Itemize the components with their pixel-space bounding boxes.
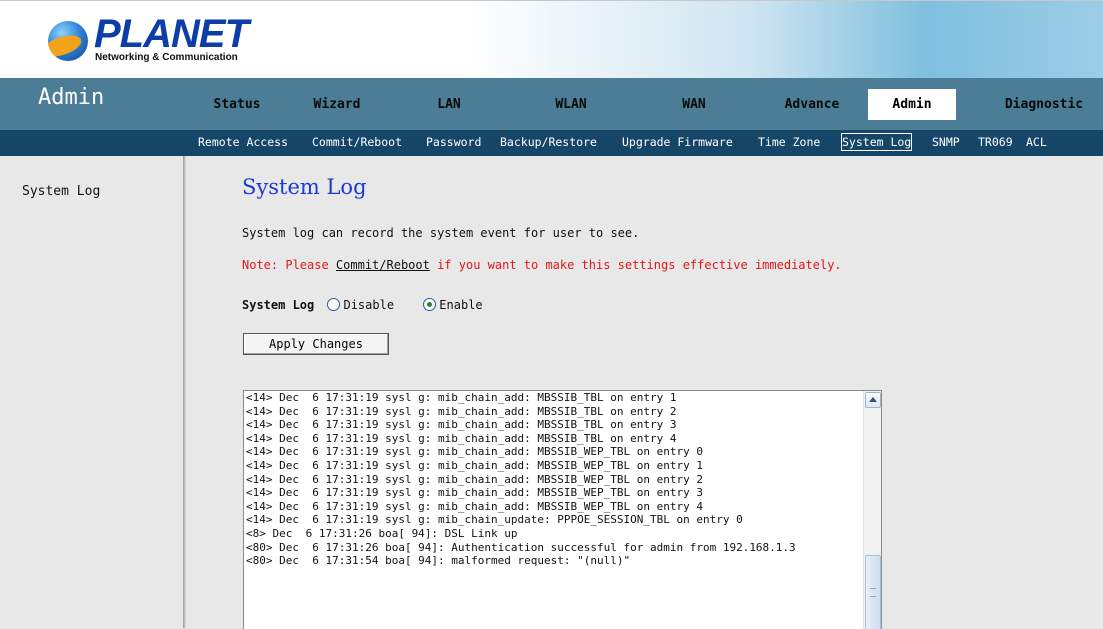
note-suffix: if you want to make this settings effect… <box>429 258 842 272</box>
brand-tagline: Networking & Communication <box>95 52 238 63</box>
commit-reboot-link[interactable]: Commit/Reboot <box>336 258 430 272</box>
note-prefix: Note: Please <box>242 258 336 272</box>
tab-wlan[interactable]: WLAN <box>526 89 616 120</box>
log-line: <14> Dec 6 17:31:19 sysl g: mib_chain_ad… <box>246 499 703 513</box>
nav-section-title: Admin <box>38 85 105 110</box>
log-line: <14> Dec 6 17:31:19 sysl g: mib_chain_ad… <box>246 431 677 445</box>
tab-lan[interactable]: LAN <box>414 89 484 120</box>
sidebar: System Log <box>0 156 183 628</box>
page-description: System log can record the system event f… <box>242 226 640 240</box>
settings-note: Note: Please Commit/Reboot if you want t… <box>242 258 842 272</box>
subnav-password[interactable]: Password <box>426 134 481 150</box>
subnav-tr069[interactable]: TR069 <box>978 134 1013 150</box>
brand-name: PLANET <box>94 12 249 56</box>
tab-wan[interactable]: WAN <box>654 89 734 120</box>
planet-globe-icon <box>48 21 88 61</box>
tab-diagnostic[interactable]: Diagnostic <box>985 89 1103 120</box>
log-line: <14> Dec 6 17:31:19 sysl g: mib_chain_up… <box>246 513 743 527</box>
enable-label: Enable <box>439 298 483 312</box>
header-banner: PLANET Networking & Communication <box>0 1 1103 78</box>
system-log-option-row: System Log Disable Enable <box>242 298 505 312</box>
log-line: <14> Dec 6 17:31:19 sysl g: mib_chain_ad… <box>246 404 677 418</box>
tab-advance[interactable]: Advance <box>762 89 862 120</box>
disable-option[interactable]: Disable <box>327 298 394 312</box>
log-line: <14> Dec 6 17:31:19 sysl g: mib_chain_ad… <box>246 486 703 500</box>
log-line: <14> Dec 6 17:31:19 sysl g: mib_chain_ad… <box>246 445 703 459</box>
subnav-backup-restore[interactable]: Backup/Restore <box>500 134 597 150</box>
log-line: <80> Dec 6 17:31:54 boa[ 94]: malformed … <box>246 554 631 568</box>
log-scrollbar[interactable] <box>863 391 881 629</box>
disable-label: Disable <box>343 298 395 312</box>
enable-option[interactable]: Enable <box>423 298 483 312</box>
scroll-thumb[interactable] <box>865 555 881 629</box>
page-title: System Log <box>242 175 367 199</box>
system-log-label: System Log <box>242 298 315 312</box>
subnav-system-log[interactable]: System Log <box>840 133 913 151</box>
subnav-snmp[interactable]: SNMP <box>932 134 960 150</box>
log-line: <80> Dec 6 17:31:26 boa[ 94]: Authentica… <box>246 540 796 554</box>
subnav-remote-access[interactable]: Remote Access <box>198 134 288 150</box>
tab-status[interactable]: Status <box>197 89 277 120</box>
subnav-acl[interactable]: ACL <box>1026 134 1047 150</box>
system-log-textarea[interactable]: <14> Dec 6 17:31:19 sysl g: mib_chain_ad… <box>243 390 882 629</box>
subnav-time-zone[interactable]: Time Zone <box>758 134 820 150</box>
enable-radio[interactable] <box>423 298 437 311</box>
disable-radio[interactable] <box>327 298 341 311</box>
subnav-commit-reboot[interactable]: Commit/Reboot <box>312 134 402 150</box>
log-line: <14> Dec 6 17:31:19 sysl g: mib_chain_ad… <box>246 391 677 404</box>
scroll-up-arrow-icon[interactable] <box>865 392 881 408</box>
tab-admin[interactable]: Admin <box>868 89 956 120</box>
log-line: <14> Dec 6 17:31:19 sysl g: mib_chain_ad… <box>246 472 703 486</box>
main-nav: Admin Status Wizard LAN WLAN WAN Advance… <box>0 78 1103 130</box>
sidebar-item-system-log[interactable]: System Log <box>22 184 100 199</box>
log-content: <14> Dec 6 17:31:19 sysl g: mib_chain_ad… <box>246 391 860 568</box>
log-line: <14> Dec 6 17:31:19 sysl g: mib_chain_ad… <box>246 458 703 472</box>
logo-swoosh <box>48 31 84 61</box>
log-line: <14> Dec 6 17:31:19 sysl g: mib_chain_ad… <box>246 418 677 432</box>
subnav-upgrade-firmware[interactable]: Upgrade Firmware <box>622 134 733 150</box>
log-line: <8> Dec 6 17:31:26 boa[ 94]: DSL Link up <box>246 526 518 540</box>
apply-changes-button[interactable]: Apply Changes <box>243 333 389 355</box>
tab-wizard[interactable]: Wizard <box>297 89 377 120</box>
sub-nav: Remote Access Commit/Reboot Password Bac… <box>0 130 1103 156</box>
main-content: System Log System log can record the sys… <box>186 156 1103 629</box>
